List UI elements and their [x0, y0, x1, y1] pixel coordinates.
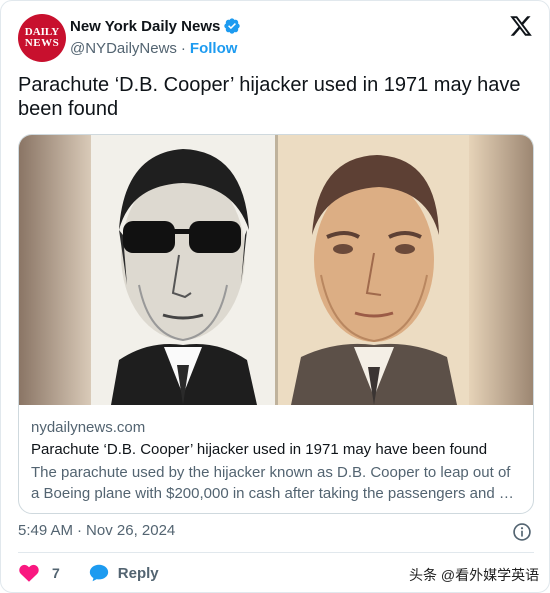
- tweet-text: Parachute ‘D.B. Cooper’ hijacker used in…: [18, 74, 521, 120]
- timestamp-time: 5:49 AM: [18, 522, 74, 539]
- link-preview-card[interactable]: nydailynews.com Parachute ‘D.B. Cooper’ …: [18, 134, 534, 514]
- like-count: 7: [52, 565, 60, 581]
- avatar-text-news: NEWS: [24, 37, 60, 49]
- verified-badge-icon: [224, 18, 241, 34]
- timestamp[interactable]: 5:49 AM · Nov 26, 2024: [18, 522, 175, 539]
- avatar[interactable]: DAILY NEWS: [18, 14, 66, 62]
- reply-button[interactable]: Reply: [88, 562, 159, 584]
- timestamp-date: Nov 26, 2024: [86, 522, 176, 539]
- follow-button[interactable]: Follow: [190, 40, 238, 57]
- author-handle[interactable]: @NYDailyNews: [70, 40, 177, 57]
- divider: [18, 552, 534, 553]
- info-icon[interactable]: [512, 522, 532, 542]
- handle-separator: ·: [180, 40, 186, 57]
- author-handle-row: @NYDailyNews · Follow: [70, 40, 237, 57]
- action-bar: 7 Reply: [18, 562, 159, 584]
- link-description: The parachute used by the hijacker known…: [31, 464, 514, 502]
- reply-label: Reply: [117, 564, 159, 582]
- like-button[interactable]: 7: [18, 562, 60, 584]
- link-title: Parachute ‘D.B. Cooper’ hijacker used in…: [31, 441, 488, 458]
- watermark-text: 头条 @看外媒学英语: [409, 567, 540, 583]
- timestamp-separator: ·: [77, 522, 83, 539]
- x-logo-icon[interactable]: [509, 14, 533, 38]
- author-name[interactable]: New York Daily News: [70, 18, 220, 35]
- heart-icon: [19, 564, 39, 582]
- link-preview-meta: nydailynews.com Parachute ‘D.B. Cooper’ …: [31, 418, 521, 504]
- dbcooper-sketches-image: [19, 135, 533, 405]
- link-domain: nydailynews.com: [31, 419, 146, 436]
- link-preview-image[interactable]: [19, 135, 533, 405]
- author-name-row: New York Daily News: [70, 17, 241, 35]
- reply-bubble-icon: [89, 564, 108, 582]
- tweet-card: DAILY NEWS New York Daily News @NYDailyN…: [0, 0, 550, 593]
